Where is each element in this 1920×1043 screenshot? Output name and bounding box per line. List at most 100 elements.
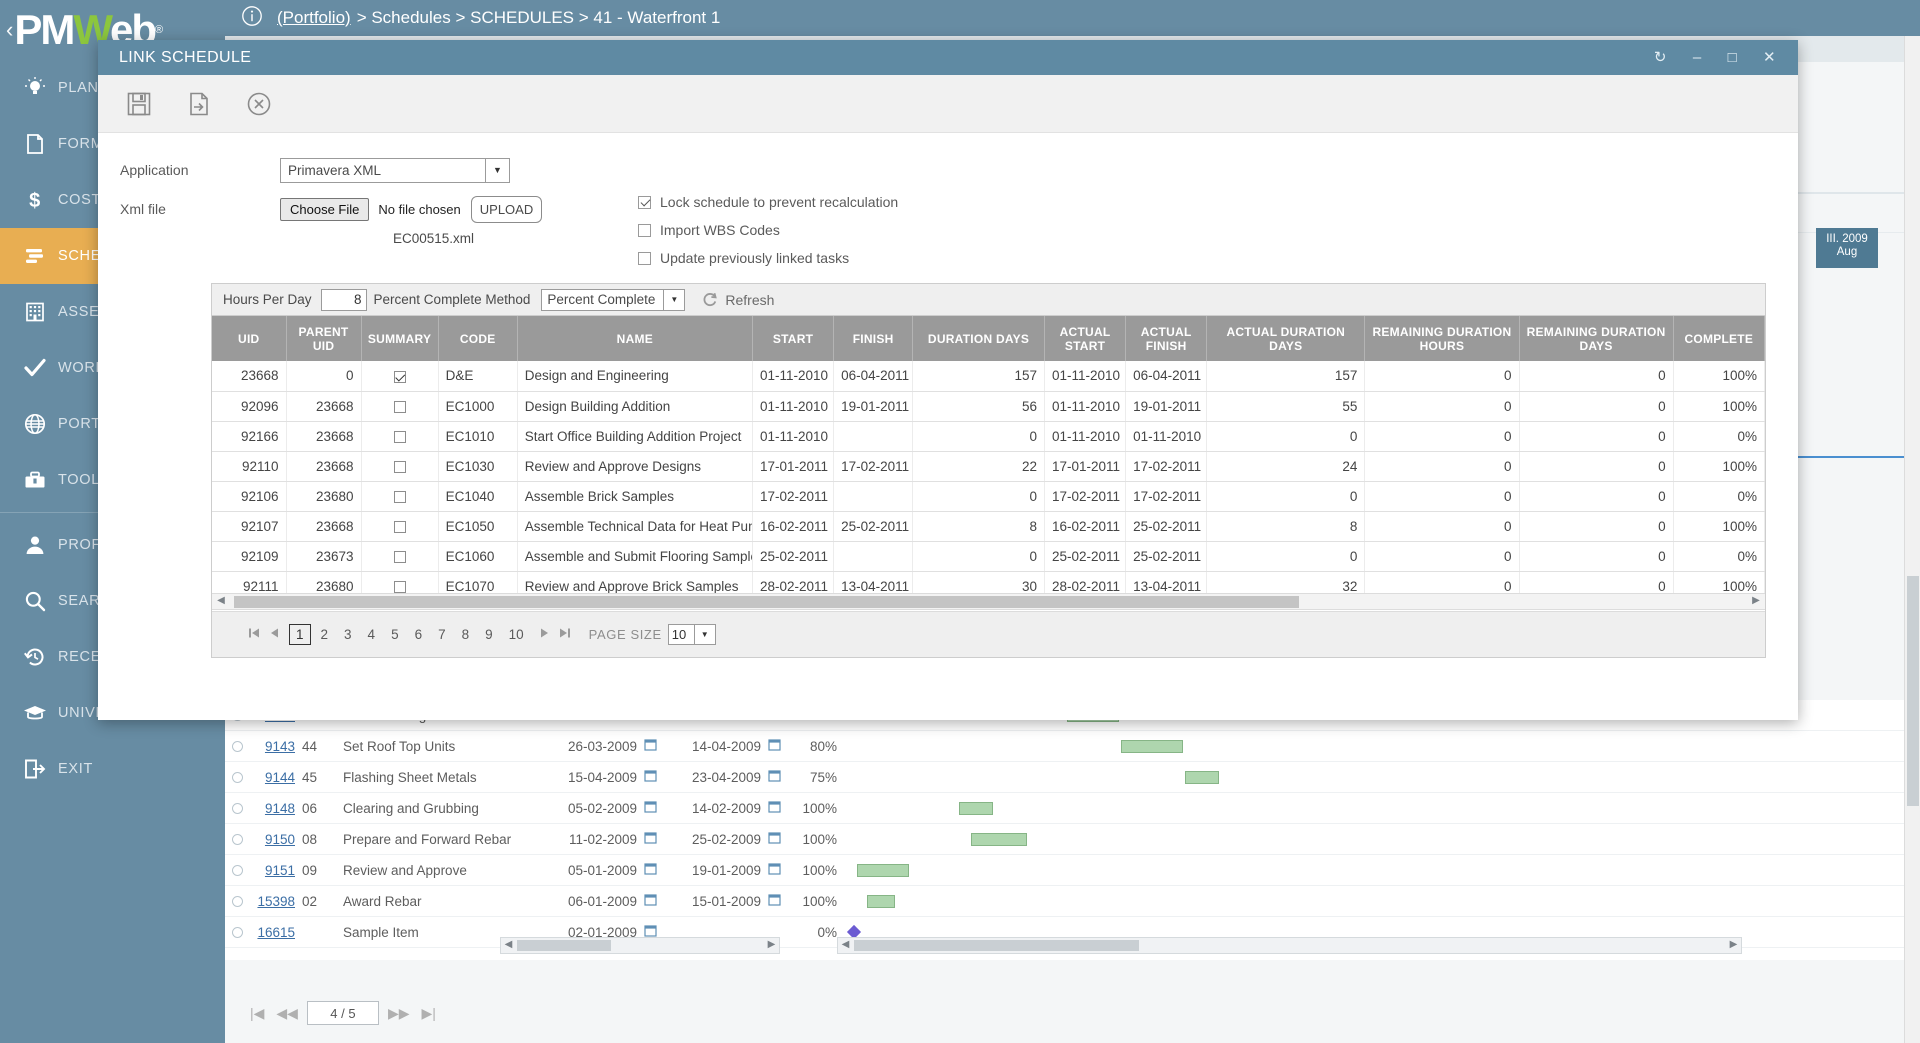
sidebar-item-exit[interactable]: EXIT xyxy=(0,741,225,797)
column-header[interactable]: START xyxy=(752,316,833,361)
column-header[interactable]: NAME xyxy=(517,316,752,361)
gantt-bar[interactable] xyxy=(971,833,1027,846)
first-page-icon[interactable] xyxy=(244,626,264,643)
page-size-input[interactable]: 10 xyxy=(668,624,695,645)
calendar-icon[interactable] xyxy=(637,800,663,816)
gantt-row[interactable]: 915109Review and Approve05-01-200919-01-… xyxy=(225,855,1920,886)
refresh-button[interactable]: Refresh xyxy=(701,291,774,308)
gantt-prev-page-icon[interactable]: ◀◀ xyxy=(273,1005,301,1022)
page-number-2[interactable]: 2 xyxy=(315,625,335,644)
dialog-minimize-icon[interactable]: – xyxy=(1693,50,1702,65)
save-icon[interactable] xyxy=(122,87,156,121)
chevron-down-icon[interactable]: ▼ xyxy=(663,290,684,310)
scroll-right-icon[interactable]: ▶ xyxy=(765,939,778,950)
table-row[interactable]: 9209623668EC1000Design Building Addition… xyxy=(212,391,1765,421)
page-number-8[interactable]: 8 xyxy=(456,625,476,644)
gantt-row-id[interactable]: 9143 xyxy=(249,739,295,754)
checkbox-icon[interactable] xyxy=(638,196,651,209)
page-number-3[interactable]: 3 xyxy=(338,625,358,644)
grid-horizontal-scrollbar[interactable]: ◀ ▶ xyxy=(212,593,1765,610)
gantt-left-scroll-thumb[interactable] xyxy=(517,940,611,951)
gantt-bar[interactable] xyxy=(959,802,993,815)
row-select-radio[interactable] xyxy=(225,865,249,876)
gantt-bar[interactable] xyxy=(1185,771,1219,784)
calendar-icon[interactable] xyxy=(761,769,787,785)
summary-checkbox-icon[interactable] xyxy=(394,581,406,593)
page-scroll-thumb[interactable] xyxy=(1907,576,1919,806)
gantt-left-hscrollbar[interactable]: ◀ ▶ xyxy=(500,937,780,954)
gantt-row-id[interactable]: 16615 xyxy=(249,925,295,940)
calendar-icon[interactable] xyxy=(761,738,787,754)
cancel-icon[interactable] xyxy=(242,87,276,121)
page-number-4[interactable]: 4 xyxy=(362,625,382,644)
summary-checkbox-icon[interactable] xyxy=(394,551,406,563)
column-header[interactable]: COMPLETE xyxy=(1673,316,1764,361)
gantt-row-id[interactable]: 9144 xyxy=(249,770,295,785)
gantt-row-id[interactable]: 9148 xyxy=(249,801,295,816)
column-header[interactable]: UID xyxy=(212,316,286,361)
summary-checkbox-icon[interactable] xyxy=(394,521,406,533)
table-row[interactable]: 9211023668EC1030Review and Approve Desig… xyxy=(212,451,1765,481)
row-select-radio[interactable] xyxy=(225,834,249,845)
page-number-10[interactable]: 10 xyxy=(503,625,530,644)
column-header[interactable]: ACTUAL DURATION DAYS xyxy=(1207,316,1365,361)
gantt-bar[interactable] xyxy=(857,864,909,877)
summary-checkbox-icon[interactable] xyxy=(394,461,406,473)
column-header[interactable]: ACTUAL START xyxy=(1044,316,1125,361)
choose-file-button[interactable]: Choose File xyxy=(280,198,369,221)
hours-per-day-input[interactable]: 8 xyxy=(321,289,367,311)
application-select[interactable]: Primavera XML ▼ xyxy=(280,158,510,183)
column-header[interactable]: SUMMARY xyxy=(361,316,438,361)
summary-cell[interactable] xyxy=(361,361,438,391)
dialog-maximize-icon[interactable]: □ xyxy=(1728,50,1737,65)
summary-checkbox-icon[interactable] xyxy=(394,431,406,443)
dialog-close-icon[interactable]: ✕ xyxy=(1763,50,1776,65)
page-size-chevron-down-icon[interactable]: ▼ xyxy=(695,624,716,645)
calendar-icon[interactable] xyxy=(637,862,663,878)
row-select-radio[interactable] xyxy=(225,896,249,907)
next-page-icon[interactable] xyxy=(535,626,555,643)
collapse-sidebar-icon[interactable]: ‹ xyxy=(6,17,13,43)
table-row[interactable]: 9216623668EC1010Start Office Building Ad… xyxy=(212,421,1765,451)
gantt-bar[interactable] xyxy=(867,895,895,908)
gantt-row[interactable]: 915008Prepare and Forward Rebar11-02-200… xyxy=(225,824,1920,855)
summary-cell[interactable] xyxy=(361,421,438,451)
breadcrumb-portfolio-link[interactable]: (Portfolio) xyxy=(277,8,351,28)
row-select-radio[interactable] xyxy=(225,772,249,783)
calendar-icon[interactable] xyxy=(761,862,787,878)
row-select-radio[interactable] xyxy=(225,803,249,814)
page-number-9[interactable]: 9 xyxy=(479,625,499,644)
table-row[interactable]: 236680D&EDesign and Engineering01-11-201… xyxy=(212,361,1765,391)
page-number-5[interactable]: 5 xyxy=(385,625,405,644)
page-vertical-scrollbar[interactable] xyxy=(1904,36,1920,1043)
gantt-bar[interactable] xyxy=(1121,740,1183,753)
checkbox-icon[interactable] xyxy=(638,252,651,265)
row-select-radio[interactable] xyxy=(225,741,249,752)
gantt-right-hscrollbar[interactable]: ◀ ▶ xyxy=(837,937,1742,954)
table-row[interactable]: 9210723668EC1050Assemble Technical Data … xyxy=(212,511,1765,541)
gantt-right-scroll-thumb[interactable] xyxy=(854,940,1139,951)
option-checkbox-row[interactable]: Import WBS Codes xyxy=(638,218,898,242)
summary-checkbox-icon[interactable] xyxy=(394,401,406,413)
percent-complete-method-select[interactable]: Percent Complete ▼ xyxy=(541,289,685,311)
scroll-right-icon[interactable]: ▶ xyxy=(1749,595,1763,606)
last-page-icon[interactable] xyxy=(555,626,575,643)
summary-checkbox-icon[interactable] xyxy=(394,371,406,383)
gantt-row[interactable]: 914344Set Roof Top Units26-03-200914-04-… xyxy=(225,731,1920,762)
summary-cell[interactable] xyxy=(361,481,438,511)
gantt-row-id[interactable]: 9151 xyxy=(249,863,295,878)
page-number-1[interactable]: 1 xyxy=(289,624,311,645)
info-icon[interactable] xyxy=(241,5,263,32)
row-select-radio[interactable] xyxy=(225,927,249,938)
gantt-row[interactable]: 914806Clearing and Grubbing05-02-200914-… xyxy=(225,793,1920,824)
table-row[interactable]: 9210623680EC1040Assemble Brick Samples17… xyxy=(212,481,1765,511)
calendar-icon[interactable] xyxy=(637,831,663,847)
checkbox-icon[interactable] xyxy=(638,224,651,237)
scroll-right-icon[interactable]: ▶ xyxy=(1727,939,1740,950)
gantt-last-page-icon[interactable]: ▶| xyxy=(419,1005,439,1022)
export-icon[interactable] xyxy=(182,87,216,121)
calendar-icon[interactable] xyxy=(637,738,663,754)
gantt-first-page-icon[interactable]: |◀ xyxy=(247,1005,267,1022)
gantt-row-id[interactable]: 15398 xyxy=(249,894,295,909)
column-header[interactable]: REMAINING DURATION HOURS xyxy=(1365,316,1519,361)
